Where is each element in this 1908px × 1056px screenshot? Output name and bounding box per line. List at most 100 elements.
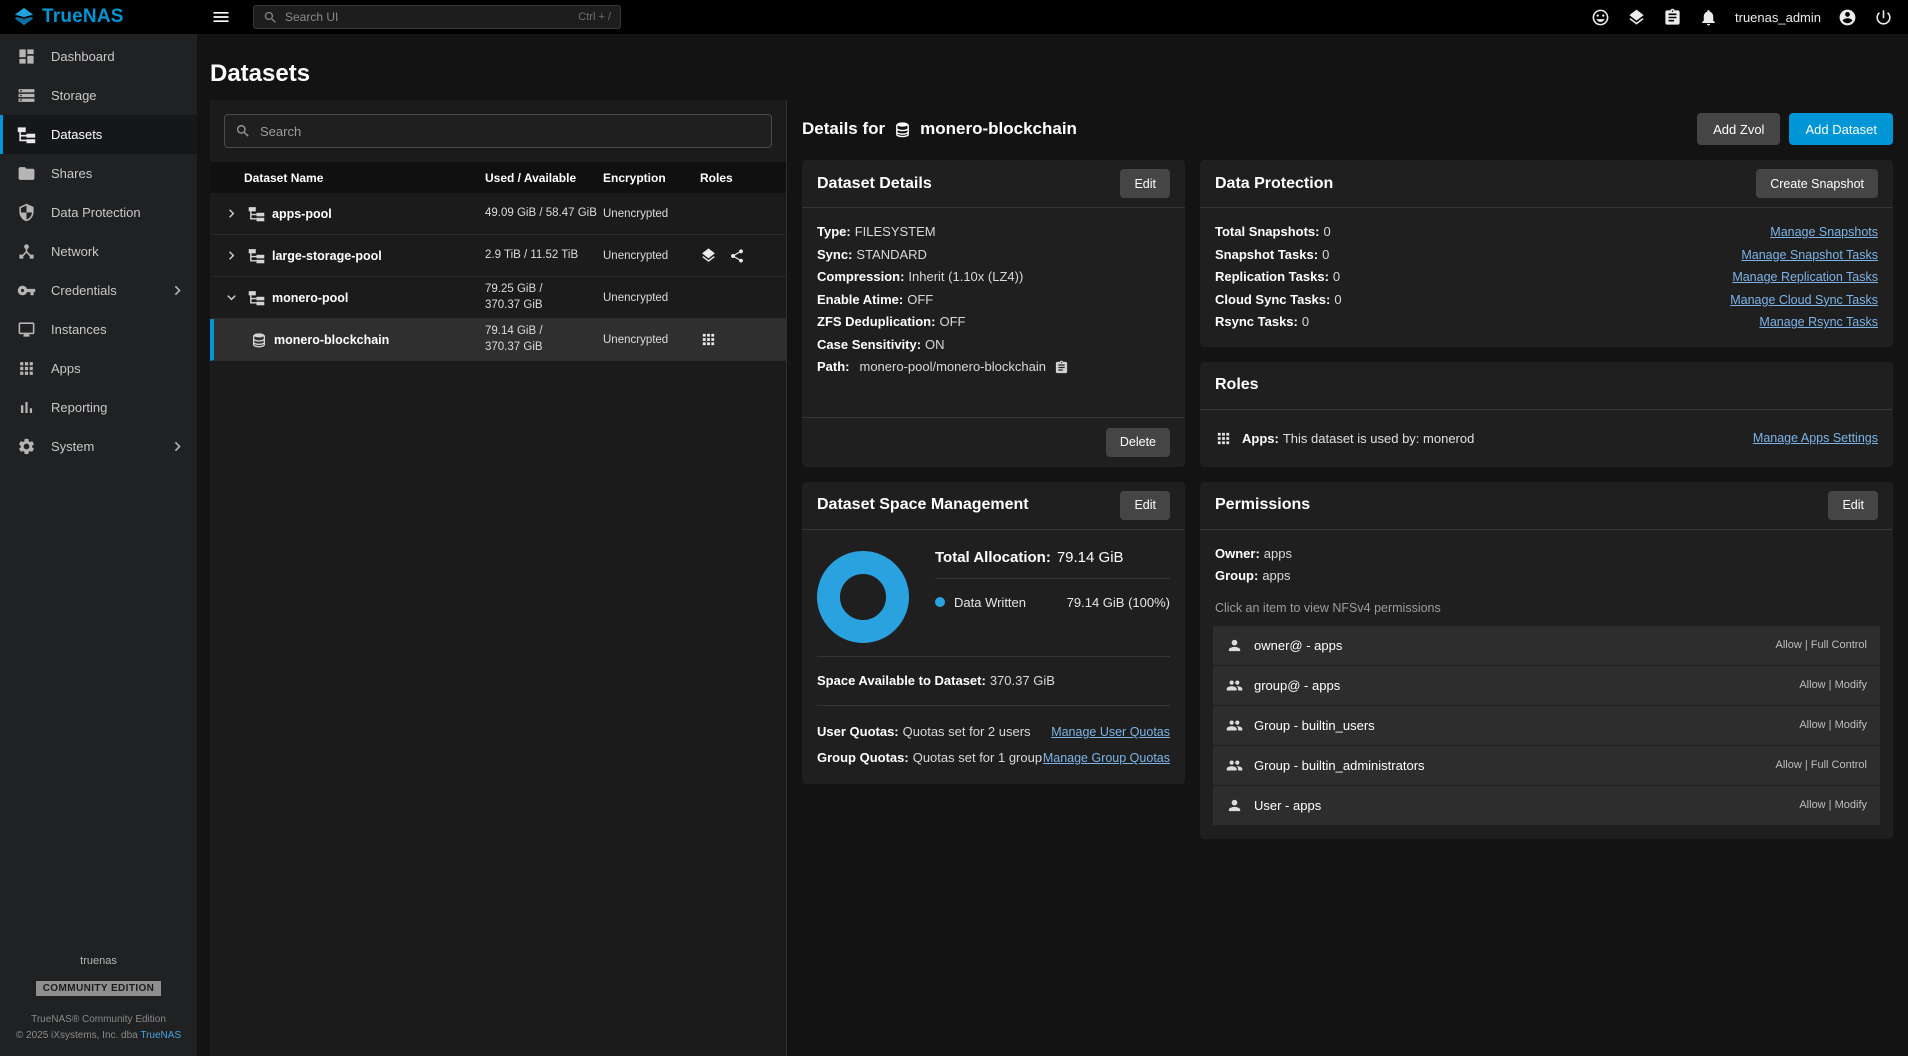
account-icon[interactable] [1838,8,1857,27]
sidebar-item-instances[interactable]: Instances [0,310,197,349]
manage-snapshots-link[interactable]: Manage Snapshots [1770,221,1878,244]
used-available: 79.14 GiB /370.37 GiB [485,324,603,355]
manage-apps-settings-link[interactable]: Manage Apps Settings [1753,431,1878,445]
table-row-apps-pool[interactable]: apps-pool 49.09 GiB / 58.47 GiB Unencryp… [210,193,786,235]
manage-group-quotas-link[interactable]: Manage Group Quotas [1043,745,1170,771]
global-search-input[interactable] [285,10,571,24]
detail-case-sensitivity: Case Sensitivity:ON [817,334,1170,357]
add-zvol-button[interactable]: Add Zvol [1697,113,1780,145]
sidebar-item-reporting[interactable]: Reporting [0,388,197,427]
manage-snapshot-tasks-link[interactable]: Manage Snapshot Tasks [1741,244,1878,267]
chevron-right-icon [168,437,187,456]
perm-item-group[interactable]: group@ - apps Allow | Modify [1213,666,1880,706]
edition-line: TrueNAS® Community Edition [0,1012,197,1028]
table-row-monero-pool[interactable]: monero-pool 79.25 GiB /370.37 GiB Unencr… [210,277,786,319]
detail-type: Type:FILESYSTEM [817,221,1170,244]
sidebar-item-credentials[interactable]: Credentials [0,271,197,310]
expand-chevron-right-icon[interactable] [222,204,241,223]
hamburger-icon [211,7,231,27]
space-management-card: Dataset Space Management Edit Total Allo… [802,482,1185,785]
sidebar-item-dashboard[interactable]: Dashboard [0,37,197,76]
encryption-status: Unencrypted [603,250,700,262]
sidebar-item-storage[interactable]: Storage [0,76,197,115]
apps-role-row: Apps:This dataset is used by: monerod Ma… [1215,423,1878,454]
topbar-actions: truenas_admin [1591,8,1908,27]
sidebar-item-system[interactable]: System [0,427,197,466]
sidebar-footer: truenas COMMUNITY EDITION TrueNAS® Commu… [0,955,197,1056]
dataset-search[interactable] [224,114,772,148]
key-icon [17,281,36,300]
manage-rsync-tasks-link[interactable]: Manage Rsync Tasks [1759,311,1878,334]
perm-value: Allow | Full Control [1776,639,1868,651]
hamburger-menu-button[interactable] [209,5,233,29]
roles-cell [700,247,786,264]
manage-cloud-sync-tasks-link[interactable]: Manage Cloud Sync Tasks [1730,289,1878,312]
copy-path-icon[interactable] [1054,360,1069,375]
apps-role-text: Apps:This dataset is used by: monerod [1242,431,1474,446]
column-dataset-name: Dataset Name [210,171,485,185]
sidebar-item-label: Shares [51,166,92,181]
feedback-smiley-icon[interactable] [1591,8,1610,27]
column-encryption: Encryption [603,171,700,185]
edition-badge: COMMUNITY EDITION [36,981,162,996]
used-available: 49.09 GiB / 58.47 GiB [485,206,603,222]
collapse-chevron-down-icon[interactable] [222,288,241,307]
person-icon [1226,637,1243,654]
edit-permissions-button[interactable]: Edit [1828,491,1878,520]
manage-user-quotas-link[interactable]: Manage User Quotas [1051,719,1170,745]
add-dataset-button[interactable]: Add Dataset [1789,113,1893,145]
edit-space-button[interactable]: Edit [1120,491,1170,520]
sidebar-item-data-protection[interactable]: Data Protection [0,193,197,232]
jobs-clipboard-icon[interactable] [1663,8,1682,27]
truenas-logo[interactable]: TrueNAS [0,6,197,28]
table-row-large-storage-pool[interactable]: large-storage-pool 2.9 TiB / 11.52 TiB U… [210,235,786,277]
gear-icon [17,437,36,456]
dashboard-icon [17,47,36,66]
details-column: Details for monero-blockchain Add Zvol A… [802,100,1893,1056]
sidebar-item-label: Datasets [51,127,102,142]
used-available: 2.9 TiB / 11.52 TiB [485,248,603,264]
sidebar-item-apps[interactable]: Apps [0,349,197,388]
perm-item-user-apps[interactable]: User - apps Allow | Modify [1213,786,1880,826]
create-snapshot-button[interactable]: Create Snapshot [1756,169,1878,198]
dataset-search-input[interactable] [260,124,761,139]
legend-dot [935,597,945,607]
table-row-monero-blockchain[interactable]: monero-blockchain 79.14 GiB /370.37 GiB … [210,319,786,361]
roles-cell [700,331,786,348]
expand-chevron-right-icon[interactable] [222,246,241,265]
card-title: Data Protection [1215,175,1333,193]
truenas-link[interactable]: TrueNAS [140,1030,181,1041]
sidebar: Dashboard Storage Datasets Shares Data P… [0,34,197,1056]
column-roles: Roles [700,171,786,185]
sidebar-item-datasets[interactable]: Datasets [0,115,197,154]
main-content: Datasets Dataset Name Used / Available E… [197,34,1908,1056]
manage-replication-tasks-link[interactable]: Manage Replication Tasks [1732,266,1878,289]
dataset-name: monero-pool [272,291,348,305]
person-icon [1226,797,1243,814]
page-title: Datasets [210,60,1893,88]
perm-value: Allow | Full Control [1776,759,1868,771]
shares-folder-icon [17,164,36,183]
delete-dataset-button[interactable]: Delete [1106,428,1170,457]
data-protection-card: Data Protection Create Snapshot Total Sn… [1200,160,1893,347]
perm-value: Allow | Modify [1799,719,1867,731]
perm-item-builtin-users[interactable]: Group - builtin_users Allow | Modify [1213,706,1880,746]
topbar: TrueNAS Ctrl + / truenas_admin [0,0,1908,34]
column-used-available: Used / Available [485,171,603,185]
global-search[interactable]: Ctrl + / [253,5,621,29]
notifications-bell-icon[interactable] [1699,8,1718,27]
sidebar-item-shares[interactable]: Shares [0,154,197,193]
sidebar-item-label: Network [51,244,99,259]
legend-data-written: Data Written 79.14 GiB (100%) [935,595,1170,610]
rsync-tasks-row: Rsync Tasks:0 Manage Rsync Tasks [1215,311,1878,334]
detail-dedup: ZFS Deduplication:OFF [817,311,1170,334]
username: truenas_admin [1735,10,1821,25]
group-icon [1226,677,1243,694]
perm-item-owner[interactable]: owner@ - apps Allow | Full Control [1213,626,1880,666]
checkin-layers-icon[interactable] [1627,8,1646,27]
encryption-status: Unencrypted [603,334,700,346]
sidebar-item-network[interactable]: Network [0,232,197,271]
power-icon[interactable] [1874,8,1893,27]
edit-dataset-details-button[interactable]: Edit [1120,169,1170,198]
perm-item-builtin-administrators[interactable]: Group - builtin_administrators Allow | F… [1213,746,1880,786]
